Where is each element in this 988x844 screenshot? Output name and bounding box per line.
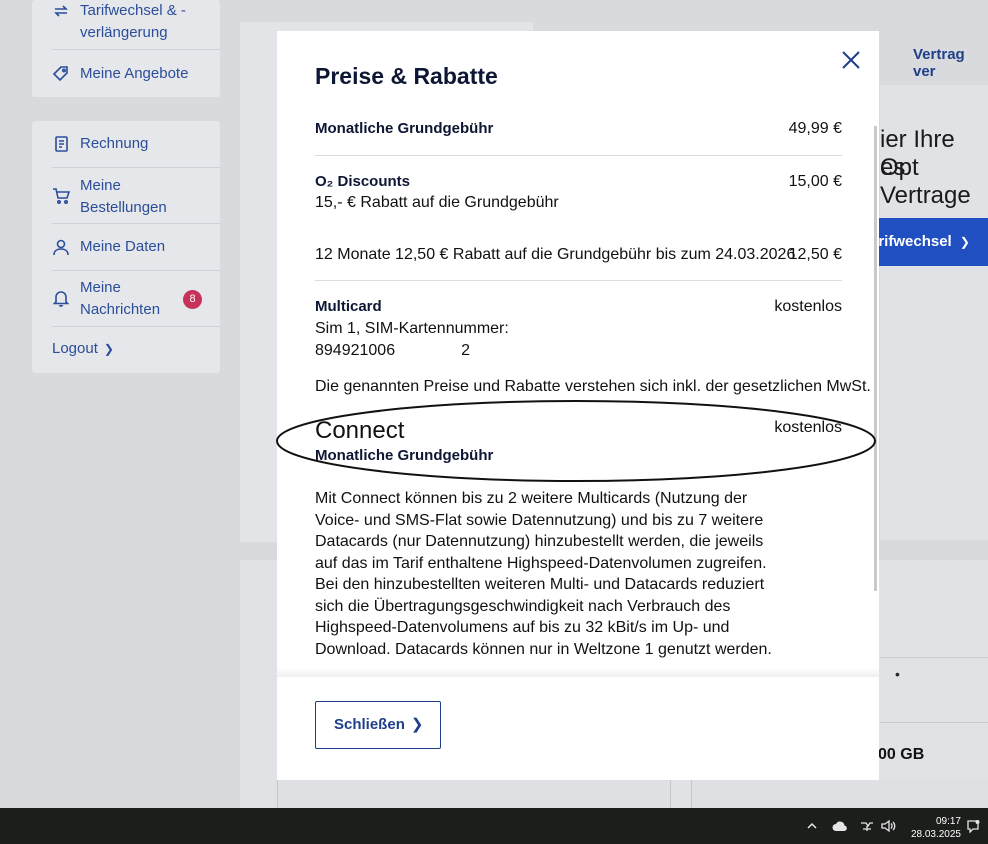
close-button[interactable]: Schließen ❯: [315, 701, 441, 749]
base-fee-label: Monatliche Grundgebühr: [315, 120, 494, 137]
promo-text: 12 Monate 12,50 € Rabatt auf die Grundge…: [315, 246, 796, 263]
discounts-text: 15,- € Rabatt auf die Grundgebühr: [315, 194, 559, 211]
multicard-value: kostenlos: [774, 298, 842, 315]
clock-date: 28.03.2025: [910, 829, 961, 840]
network-icon[interactable]: [859, 808, 875, 844]
connect-description: Mit Connect können bis zu 2 weitere Mult…: [315, 490, 772, 658]
cloud-icon[interactable]: [832, 808, 848, 844]
footer-shadow: [277, 667, 879, 677]
chevron-up-icon[interactable]: [806, 808, 818, 844]
discounts-label: O₂ Discounts: [315, 173, 411, 190]
speaker-icon[interactable]: [880, 808, 896, 844]
close-button-label: Schließen: [334, 716, 405, 733]
clock[interactable]: 09:17 28.03.2025: [905, 815, 961, 841]
hand-drawn-ellipse: [276, 400, 876, 482]
scrollbar[interactable]: [874, 126, 877, 591]
modal-title: Preise & Rabatte: [315, 63, 498, 89]
divider: [315, 280, 842, 281]
notification-center-icon[interactable]: [966, 808, 980, 844]
taskbar: 09:17 28.03.2025: [0, 808, 988, 844]
promo-value: 12,50 €: [788, 246, 842, 263]
multicard-label: Multicard: [315, 298, 382, 315]
divider: [315, 155, 842, 156]
base-fee-value: 49,99 €: [788, 120, 842, 137]
chevron-right-icon: ❯: [410, 716, 424, 733]
sim-number: 894921006 2: [315, 342, 470, 360]
close-icon[interactable]: [839, 48, 863, 72]
clock-time: 09:17: [935, 816, 961, 827]
prices-modal: Preise & Rabatte Monatliche Grundgebühr …: [276, 31, 879, 780]
vat-note: Die genannten Preise und Rabatte versteh…: [315, 378, 871, 395]
sim-line: Sim 1, SIM-Kartennummer:: [315, 320, 509, 337]
sim-number-start: 894921006: [315, 342, 396, 359]
discounts-value: 15,00 €: [788, 173, 842, 190]
sim-number-end: 2: [461, 342, 470, 359]
